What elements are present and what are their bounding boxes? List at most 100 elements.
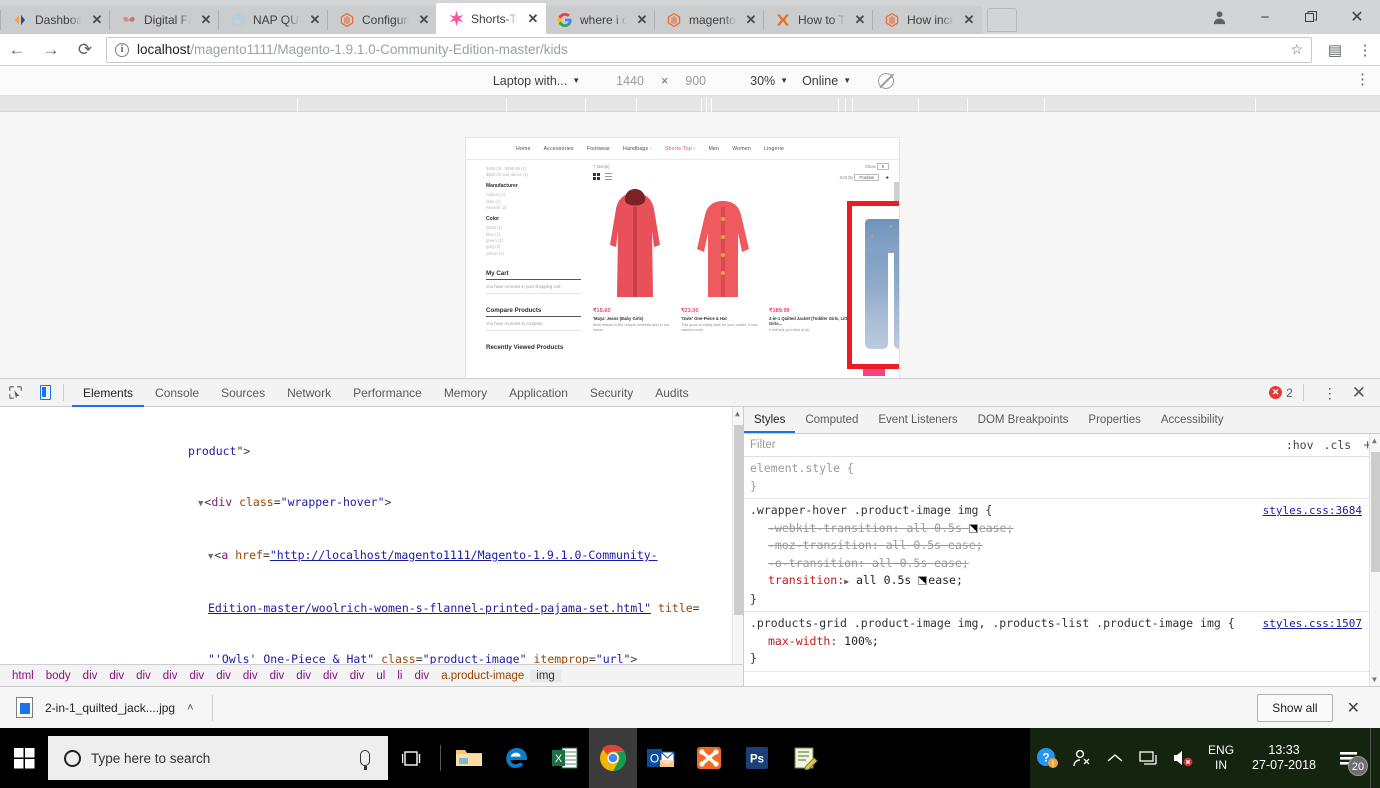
page-viewport[interactable]: Home Accessories Footwear Handbags - Shorts-… <box>465 137 900 378</box>
breadcrumb-item[interactable]: div <box>290 670 317 682</box>
product-image[interactable] <box>681 187 765 305</box>
rule-selector[interactable]: element.style { <box>750 461 854 475</box>
product-image[interactable] <box>769 187 853 305</box>
browser-tab[interactable]: where i can ✕ <box>545 6 655 34</box>
color-item[interactable]: yellow (1) <box>486 251 581 256</box>
extension-icon[interactable]: ▤ <box>1320 34 1350 66</box>
expand-arrow-icon[interactable]: ▼ <box>208 552 213 562</box>
sort-direction-icon[interactable]: ✚ <box>885 175 889 180</box>
breadcrumb-item[interactable]: div <box>157 670 184 682</box>
viewport-width-input[interactable]: 1440 <box>609 74 651 88</box>
network-throttle-selector[interactable]: Online ▼ <box>795 74 858 88</box>
style-rule[interactable]: element.style { } <box>744 457 1380 499</box>
inspect-cursor-icon[interactable] <box>0 379 30 407</box>
devtools-tab-security[interactable]: Security <box>579 379 644 407</box>
chevron-up-icon[interactable]: ˄ <box>187 702 193 714</box>
device-selector[interactable]: Laptop with... ▼ <box>486 74 587 88</box>
dom-line[interactable]: product"> <box>0 443 743 460</box>
product-name[interactable]: 2-in-1 Quilted Jacket (Toddler Girls, Li… <box>769 316 853 327</box>
manufacturer-item[interactable]: Reebok (2) <box>486 205 581 210</box>
breadcrumb-item[interactable]: div <box>183 670 210 682</box>
maximize-button[interactable] <box>1288 0 1334 34</box>
show-hidden-icons-icon[interactable] <box>1098 728 1132 788</box>
download-item[interactable]: 2-in-1_quilted_jack....jpg ˄ <box>10 693 200 723</box>
close-tab-icon[interactable]: ✕ <box>524 10 542 28</box>
people-icon[interactable] <box>1064 728 1098 788</box>
browser-tab[interactable]: NAP QUEEN ✕ <box>218 6 328 34</box>
store-nav-item[interactable]: Men <box>709 146 720 152</box>
breadcrumb-item[interactable]: div <box>210 670 237 682</box>
network-icon[interactable] <box>1132 728 1166 788</box>
style-rule[interactable]: .wrapper-hover .product-image img { styl… <box>744 499 1380 612</box>
windows-start-icon[interactable] <box>0 728 48 788</box>
product-card[interactable]: ₹15.60 'Maya' Jeans (Baby Girls) Best re… <box>593 187 677 334</box>
chrome-menu-icon[interactable]: ⋮ <box>1350 34 1380 66</box>
devtools-tab-memory[interactable]: Memory <box>433 379 498 407</box>
download-file-name[interactable]: 2-in-1_quilted_jack....jpg <box>45 701 175 715</box>
back-button[interactable]: ← <box>0 34 34 66</box>
devtools-tab-network[interactable]: Network <box>276 379 342 407</box>
breadcrumb-item[interactable]: html <box>6 670 40 682</box>
help-question-icon[interactable]: ?! <box>1030 728 1064 788</box>
breadcrumb-item[interactable]: div <box>344 670 371 682</box>
profile-icon[interactable] <box>1196 0 1242 34</box>
show-control[interactable]: Show 9 <box>865 163 889 170</box>
store-nav-item[interactable]: Lingerie <box>764 146 784 152</box>
viewport-height-input[interactable]: 900 <box>678 74 713 88</box>
dom-tree[interactable]: product"> ▼<div class="wrapper-hover"> ▼… <box>0 407 743 664</box>
language-indicator[interactable]: ENG IN <box>1200 743 1242 773</box>
styles-tab-computed[interactable]: Computed <box>795 407 868 433</box>
notification-center-icon[interactable]: 20 <box>1326 728 1370 788</box>
devtools-tab-console[interactable]: Console <box>144 379 210 407</box>
product-name[interactable]: 'Maya' Jeans (Baby Girls) <box>593 316 677 322</box>
browser-tab[interactable]: Dashboard - ✕ <box>0 6 110 34</box>
close-tab-icon[interactable]: ✕ <box>306 11 324 29</box>
close-tab-icon[interactable]: ✕ <box>415 11 433 29</box>
product-name[interactable]: 'Owls' One-Piece & Hat <box>681 316 765 322</box>
xampp-icon[interactable] <box>685 728 733 788</box>
hov-toggle[interactable]: :hov <box>1286 438 1314 452</box>
show-desktop-button[interactable] <box>1370 728 1376 788</box>
close-download-bar-icon[interactable]: ✕ <box>1333 698 1370 718</box>
close-tab-icon[interactable]: ✕ <box>633 11 651 29</box>
product-card[interactable]: ₹189.99 2-in-1 Quilted Jacket (Toddler G… <box>769 187 853 334</box>
scrollbar-thumb[interactable] <box>734 425 743 615</box>
price-row[interactable]: $500.00 and above (1) <box>486 172 581 177</box>
device-toolbar-icon[interactable] <box>30 379 60 407</box>
dom-tree-scrollbar[interactable]: ▲ ▼ <box>732 407 743 686</box>
photoshop-icon[interactable]: Ps <box>733 728 781 788</box>
list-view-icon[interactable] <box>605 173 612 180</box>
new-tab-button[interactable] <box>987 8 1017 32</box>
view-mode-group[interactable] <box>593 173 612 181</box>
forward-button[interactable]: → <box>34 34 68 66</box>
close-tab-icon[interactable]: ✕ <box>197 11 215 29</box>
styles-tab-dom-breakpoints[interactable]: DOM Breakpoints <box>968 407 1079 433</box>
style-property[interactable]: max-width: 100%; <box>750 633 1372 651</box>
product-image[interactable] <box>593 187 677 305</box>
dom-line[interactable]: "'Owls' One-Piece & Hat" class="product-… <box>0 651 743 664</box>
devtools-menu-icon[interactable]: ⋮ <box>1314 386 1346 400</box>
browser-tab[interactable]: Shorts-Top ✕ <box>436 3 546 34</box>
no-throttling-icon[interactable] <box>878 72 895 89</box>
store-nav-item[interactable]: Shorts-Top - <box>665 146 696 152</box>
show-select[interactable]: 9 <box>876 163 889 170</box>
breadcrumb-item[interactable]: div <box>130 670 157 682</box>
zoom-selector[interactable]: 30% ▼ <box>743 74 795 88</box>
store-nav-item[interactable]: Accessories <box>544 146 574 152</box>
devtools-tab-sources[interactable]: Sources <box>210 379 276 407</box>
color-item[interactable]: black (1) <box>486 225 581 230</box>
scrollbar-thumb[interactable] <box>1371 452 1380 572</box>
sort-control[interactable]: Sort By Position ✚ <box>840 173 889 181</box>
google-chrome-icon[interactable] <box>589 728 637 788</box>
breadcrumb-item[interactable]: div <box>103 670 130 682</box>
excel-icon[interactable]: X <box>541 728 589 788</box>
rule-selector[interactable]: .wrapper-hover .product-image img { <box>750 503 992 517</box>
product-card[interactable]: ₹23.00 'Owls' One-Piece & Hat This good … <box>681 187 765 334</box>
manufacturer-item[interactable]: Adidas (2) <box>486 192 581 197</box>
styles-tab-styles[interactable]: Styles <box>744 407 796 433</box>
style-property[interactable]: -webkit-transition: all 0.5s ease; <box>750 520 1372 538</box>
style-property[interactable]: -moz-transition: all 0.5s ease; <box>750 537 1372 555</box>
devtools-tab-elements[interactable]: Elements <box>72 379 145 407</box>
style-rule[interactable]: .products-grid .product-image img, .prod… <box>744 612 1380 672</box>
cortana-circle-icon[interactable] <box>64 749 81 767</box>
